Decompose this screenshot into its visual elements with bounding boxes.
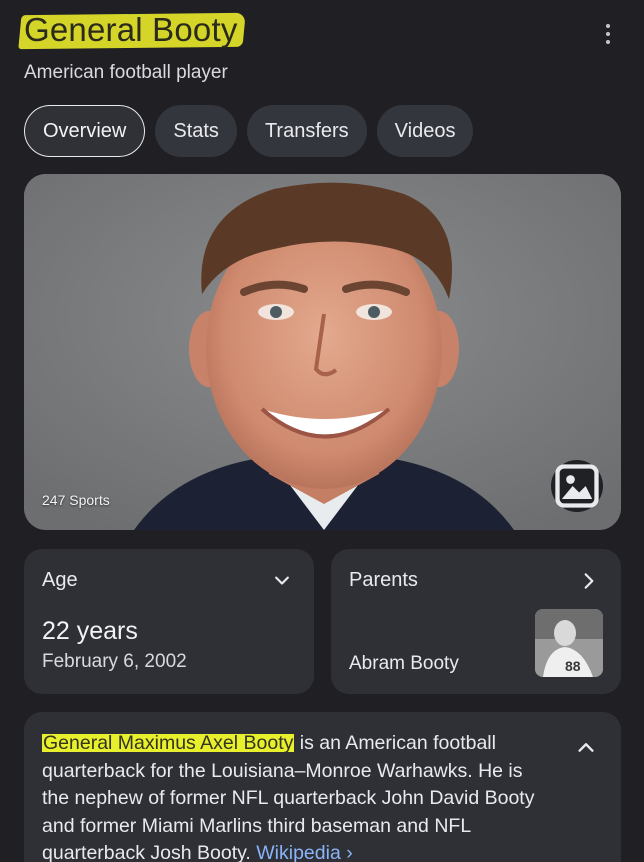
age-card[interactable]: Age 22 years February 6, 2002 [24,549,314,694]
birth-date: February 6, 2002 [42,651,187,672]
age-label: Age [42,569,78,591]
description-text: General Maximus Axel Booty is an America… [42,730,552,862]
chevron-right-icon[interactable] [579,571,599,591]
svg-text:88: 88 [565,658,581,674]
player-photo[interactable]: 247 Sports [24,174,621,530]
chevron-down-icon[interactable] [272,571,292,591]
page-title: General Booty [24,11,238,48]
description-card: General Maximus Axel Booty is an America… [24,712,621,862]
age-value: 22 years [42,617,138,645]
tab-overview[interactable]: Overview [24,105,146,157]
more-vert-icon[interactable] [596,20,620,48]
wikipedia-link[interactable]: Wikipedia › [256,842,352,862]
tab-transfers[interactable]: Transfers [246,105,367,157]
parents-label: Parents [349,569,418,591]
chevron-up-icon[interactable] [575,736,597,758]
tab-stats[interactable]: Stats [155,105,237,157]
title-highlight-wrap: General Booty [18,8,246,52]
photo-credit: 247 Sports [42,492,110,508]
page-subtitle: American football player [24,62,228,83]
player-portrait-image [24,174,621,530]
highlighted-full-name: General Maximus Axel Booty [42,732,295,754]
parent-photo[interactable]: 88 [535,609,603,677]
parents-card[interactable]: Parents Abram Booty 88 [331,549,621,694]
image-icon[interactable] [551,460,603,512]
knowledge-panel-header: General Booty American football player [18,8,620,84]
tab-bar: Overview Stats Transfers Videos [24,105,474,157]
tab-videos[interactable]: Videos [376,105,474,157]
parent-name: Abram Booty [349,653,459,674]
